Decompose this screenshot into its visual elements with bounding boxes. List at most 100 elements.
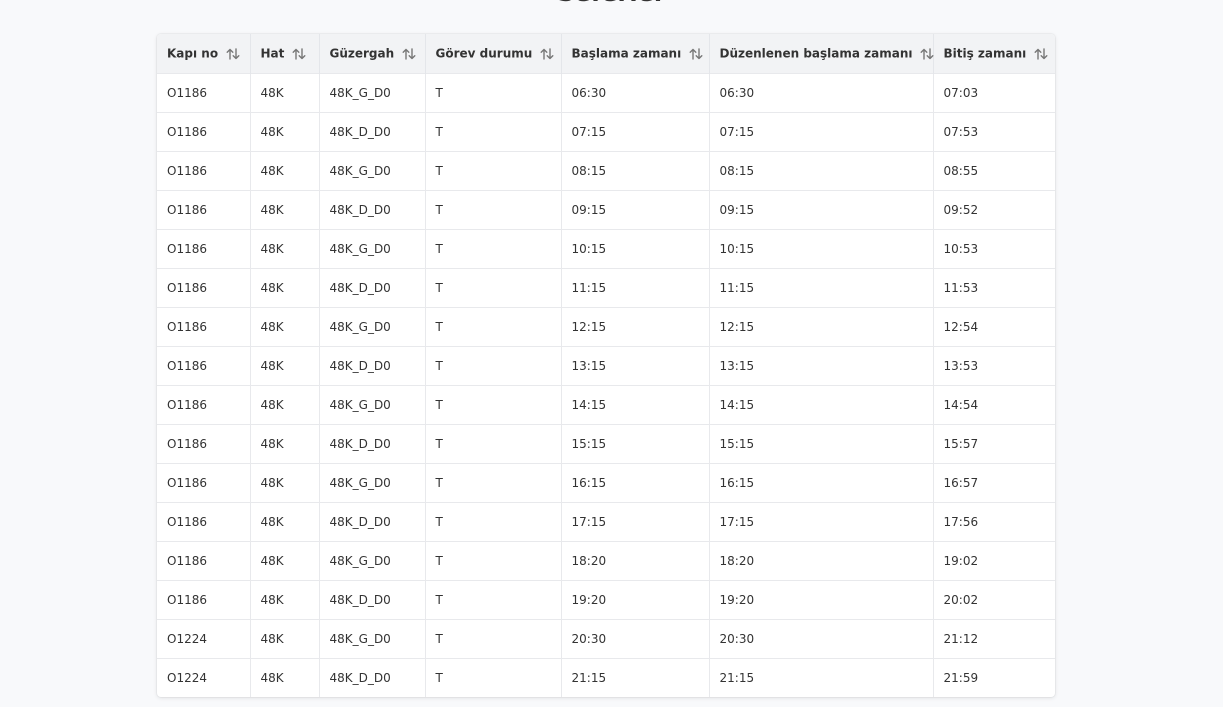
table-row[interactable]: O1186 48K 48K_D_D0 T 19:20 19:20 20:02 bbox=[157, 580, 1055, 620]
column-header-bitis[interactable]: Bitiş zamanı bbox=[933, 34, 1055, 74]
cell-duzenlenen: 19:20 bbox=[709, 580, 934, 620]
cell-baslama: 10:15 bbox=[561, 229, 710, 269]
cell-guzergah: 48K_D_D0 bbox=[319, 190, 426, 230]
column-header-gorev_durumu[interactable]: Görev durumu bbox=[425, 34, 562, 74]
table-row[interactable]: O1186 48K 48K_G_D0 T 18:20 18:20 19:02 bbox=[157, 541, 1055, 581]
cell-hat: 48K bbox=[250, 463, 320, 503]
table-row[interactable]: O1186 48K 48K_G_D0 T 06:30 06:30 07:03 bbox=[157, 73, 1055, 113]
cell-bitis: 19:02 bbox=[933, 541, 1055, 581]
table-row[interactable]: O1186 48K 48K_G_D0 T 16:15 16:15 16:57 bbox=[157, 463, 1055, 503]
cell-kapi_no: O1186 bbox=[157, 268, 251, 308]
cell-baslama: 16:15 bbox=[561, 463, 710, 503]
table-row[interactable]: O1224 48K 48K_G_D0 T 20:30 20:30 21:12 bbox=[157, 619, 1055, 659]
cell-hat: 48K bbox=[250, 424, 320, 464]
cell-hat: 48K bbox=[250, 229, 320, 269]
cell-bitis: 16:57 bbox=[933, 463, 1055, 503]
cell-guzergah: 48K_G_D0 bbox=[319, 541, 426, 581]
cell-gorev_durumu: T bbox=[425, 424, 562, 464]
sort-arrows-icon[interactable] bbox=[540, 48, 554, 60]
cell-guzergah: 48K_D_D0 bbox=[319, 658, 426, 697]
column-header-kapi_no[interactable]: Kapı no bbox=[157, 34, 251, 74]
cell-hat: 48K bbox=[250, 502, 320, 542]
sort-arrows-icon[interactable] bbox=[292, 48, 306, 60]
cell-baslama: 06:30 bbox=[561, 73, 710, 113]
cell-duzenlenen: 09:15 bbox=[709, 190, 934, 230]
column-header-baslama[interactable]: Başlama zamanı bbox=[561, 34, 710, 74]
cell-hat: 48K bbox=[250, 580, 320, 620]
cell-kapi_no: O1186 bbox=[157, 424, 251, 464]
cell-duzenlenen: 17:15 bbox=[709, 502, 934, 542]
cell-duzenlenen: 18:20 bbox=[709, 541, 934, 581]
column-header-label: Başlama zamanı bbox=[571, 46, 682, 61]
table-row[interactable]: O1186 48K 48K_D_D0 T 07:15 07:15 07:53 bbox=[157, 112, 1055, 152]
cell-gorev_durumu: T bbox=[425, 658, 562, 697]
table-header-row: Kapı no Hat Güzergah Görev durumu Başlama za… bbox=[157, 34, 1055, 74]
column-header-hat[interactable]: Hat bbox=[250, 34, 320, 74]
cell-kapi_no: O1224 bbox=[157, 619, 251, 659]
cell-gorev_durumu: T bbox=[425, 268, 562, 308]
cell-hat: 48K bbox=[250, 268, 320, 308]
cell-hat: 48K bbox=[250, 190, 320, 230]
cell-gorev_durumu: T bbox=[425, 190, 562, 230]
table-row[interactable]: O1186 48K 48K_G_D0 T 14:15 14:15 14:54 bbox=[157, 385, 1055, 425]
cell-gorev_durumu: T bbox=[425, 580, 562, 620]
table-row[interactable]: O1186 48K 48K_G_D0 T 12:15 12:15 12:54 bbox=[157, 307, 1055, 347]
cell-gorev_durumu: T bbox=[425, 229, 562, 269]
cell-hat: 48K bbox=[250, 346, 320, 386]
cell-baslama: 07:15 bbox=[561, 112, 710, 152]
cell-bitis: 08:55 bbox=[933, 151, 1055, 191]
sort-arrows-icon[interactable] bbox=[1034, 48, 1048, 60]
cell-duzenlenen: 08:15 bbox=[709, 151, 934, 191]
table-row[interactable]: O1186 48K 48K_D_D0 T 17:15 17:15 17:56 bbox=[157, 502, 1055, 542]
cell-hat: 48K bbox=[250, 307, 320, 347]
cell-gorev_durumu: T bbox=[425, 112, 562, 152]
column-header-label: Kapı no bbox=[167, 46, 219, 61]
cell-guzergah: 48K_D_D0 bbox=[319, 112, 426, 152]
cell-hat: 48K bbox=[250, 541, 320, 581]
column-header-label: Bitiş zamanı bbox=[943, 46, 1027, 61]
cell-bitis: 07:53 bbox=[933, 112, 1055, 152]
table-row[interactable]: O1186 48K 48K_G_D0 T 10:15 10:15 10:53 bbox=[157, 229, 1055, 269]
cell-duzenlenen: 10:15 bbox=[709, 229, 934, 269]
sort-arrows-icon[interactable] bbox=[689, 48, 703, 60]
cell-kapi_no: O1186 bbox=[157, 385, 251, 425]
column-header-label: Görev durumu bbox=[435, 46, 533, 61]
column-header-label: Hat bbox=[260, 46, 285, 61]
sort-arrows-icon[interactable] bbox=[920, 48, 934, 60]
table-row[interactable]: O1186 48K 48K_G_D0 T 08:15 08:15 08:55 bbox=[157, 151, 1055, 191]
sort-arrows-icon[interactable] bbox=[226, 48, 240, 60]
cell-gorev_durumu: T bbox=[425, 307, 562, 347]
cell-bitis: 07:03 bbox=[933, 73, 1055, 113]
cell-duzenlenen: 16:15 bbox=[709, 463, 934, 503]
cell-kapi_no: O1186 bbox=[157, 580, 251, 620]
column-header-guzergah[interactable]: Güzergah bbox=[319, 34, 426, 74]
cell-bitis: 10:53 bbox=[933, 229, 1055, 269]
cell-baslama: 08:15 bbox=[561, 151, 710, 191]
cell-guzergah: 48K_G_D0 bbox=[319, 307, 426, 347]
column-header-duzenlenen[interactable]: Düzenlenen başlama zamanı bbox=[709, 34, 934, 74]
table-body: O1186 48K 48K_G_D0 T 06:30 06:30 07:03 O1186 48K… bbox=[157, 73, 1055, 697]
cell-gorev_durumu: T bbox=[425, 502, 562, 542]
cell-guzergah: 48K_D_D0 bbox=[319, 580, 426, 620]
cell-baslama: 19:20 bbox=[561, 580, 710, 620]
table-row[interactable]: O1186 48K 48K_D_D0 T 09:15 09:15 09:52 bbox=[157, 190, 1055, 230]
cell-gorev_durumu: T bbox=[425, 346, 562, 386]
cell-guzergah: 48K_G_D0 bbox=[319, 73, 426, 113]
cell-gorev_durumu: T bbox=[425, 73, 562, 113]
cell-hat: 48K bbox=[250, 151, 320, 191]
cell-guzergah: 48K_G_D0 bbox=[319, 151, 426, 191]
column-header-label: Düzenlenen başlama zamanı bbox=[719, 46, 913, 61]
cell-baslama: 11:15 bbox=[561, 268, 710, 308]
table-row[interactable]: O1186 48K 48K_D_D0 T 11:15 11:15 11:53 bbox=[157, 268, 1055, 308]
table-row[interactable]: O1224 48K 48K_D_D0 T 21:15 21:15 21:59 bbox=[157, 658, 1055, 697]
cell-kapi_no: O1186 bbox=[157, 112, 251, 152]
sort-arrows-icon[interactable] bbox=[402, 48, 416, 60]
table-row[interactable]: O1186 48K 48K_D_D0 T 15:15 15:15 15:57 bbox=[157, 424, 1055, 464]
cell-duzenlenen: 21:15 bbox=[709, 658, 934, 697]
table-row[interactable]: O1186 48K 48K_D_D0 T 13:15 13:15 13:53 bbox=[157, 346, 1055, 386]
trips-table: Kapı no Hat Güzergah Görev durumu Başlama za… bbox=[157, 34, 1055, 697]
cell-gorev_durumu: T bbox=[425, 151, 562, 191]
cell-baslama: 17:15 bbox=[561, 502, 710, 542]
cell-guzergah: 48K_G_D0 bbox=[319, 463, 426, 503]
cell-kapi_no: O1186 bbox=[157, 151, 251, 191]
